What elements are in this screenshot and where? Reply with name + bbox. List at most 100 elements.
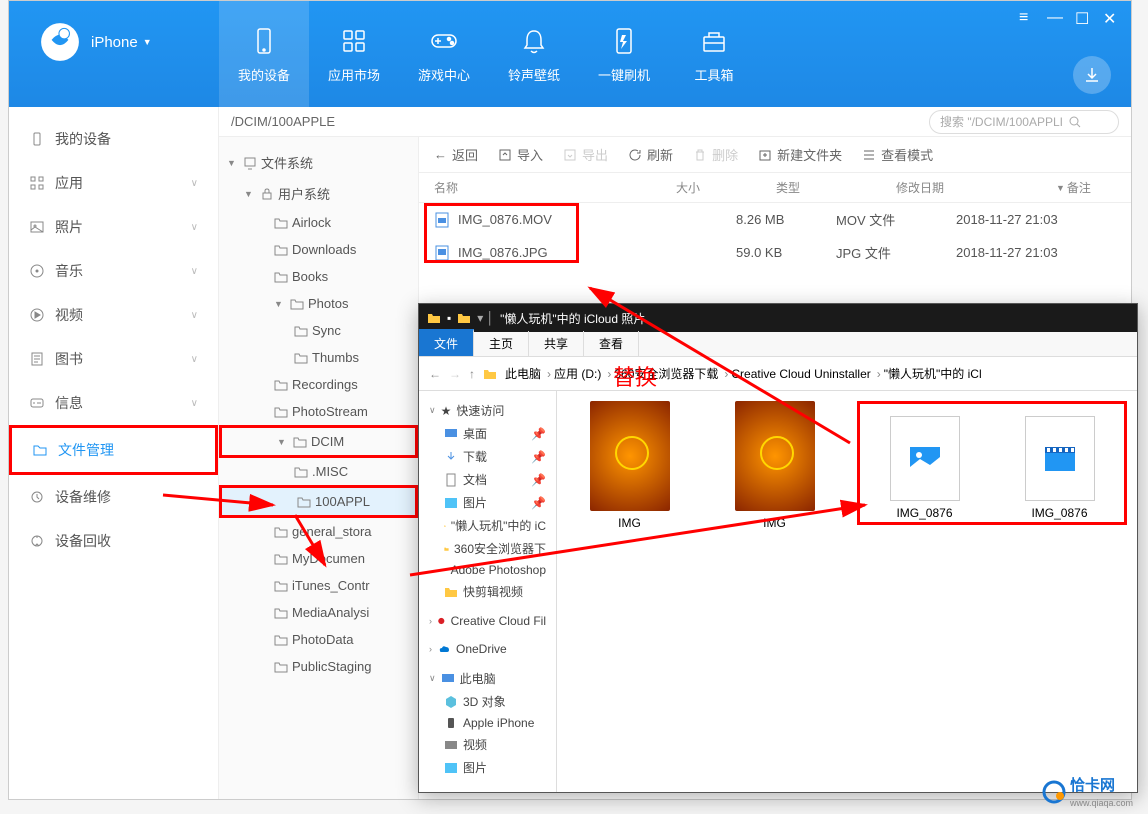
sidebar-file-manager[interactable]: 文件管理: [9, 425, 218, 475]
info-icon: [29, 395, 45, 411]
file-thumb[interactable]: IMG: [567, 401, 692, 530]
sidebar-apps[interactable]: 应用∨: [9, 161, 218, 205]
view-icon: [862, 148, 876, 162]
exp-tree-item[interactable]: Apple iPhone: [419, 713, 556, 733]
tree-item[interactable]: PhotoStream: [219, 398, 418, 425]
file-row[interactable]: IMG_0876.JPG 59.0 KB JPG 文件 2018-11-27 2…: [419, 236, 1131, 269]
tree-dcim[interactable]: ▼DCIM: [219, 425, 418, 458]
refresh-button[interactable]: 刷新: [628, 145, 673, 164]
folder-icon: [274, 378, 288, 392]
col-name[interactable]: 名称: [434, 179, 676, 196]
tree-item[interactable]: iTunes_Contr: [219, 572, 418, 599]
explorer-address-bar[interactable]: ←→↑ 此电脑 应用 (D:) 360安全浏览器下载 Creative Clou…: [419, 357, 1137, 391]
3d-icon: [444, 695, 458, 709]
file-thumb[interactable]: IMG_0876: [862, 406, 987, 520]
exp-tree-quick[interactable]: ∨ ★ 快速访问: [419, 399, 556, 422]
new-folder-button[interactable]: 新建文件夹: [758, 145, 842, 164]
search-input[interactable]: 搜索 "/DCIM/100APPLI: [929, 110, 1119, 134]
file-thumb[interactable]: IMG_0876: [997, 406, 1122, 520]
sidebar-repair[interactable]: 设备维修: [9, 475, 218, 519]
exp-tree-item[interactable]: 视频: [419, 733, 556, 756]
file-thumb[interactable]: IMG: [712, 401, 837, 530]
exp-tree-item[interactable]: 文档📌: [419, 468, 556, 491]
file-row[interactable]: IMG_0876.MOV 8.26 MB MOV 文件 2018-11-27 2…: [419, 203, 1131, 236]
exp-tree-item[interactable]: PsAdobe Photoshop: [419, 560, 556, 580]
tree-100apple[interactable]: 100APPL: [219, 485, 418, 518]
tree-item[interactable]: Recordings: [219, 371, 418, 398]
watermark-icon: [1042, 780, 1066, 804]
exp-tree-item[interactable]: 图片📌: [419, 491, 556, 514]
exp-tree-item[interactable]: "懒人玩机"中的 iC: [419, 514, 556, 537]
explorer-titlebar[interactable]: ▪ ▾ │ "懒人玩机"中的 iCloud 照片: [419, 304, 1137, 332]
tree-root[interactable]: ▼文件系统: [219, 147, 418, 178]
sidebar-my-device[interactable]: 我的设备: [9, 117, 218, 161]
tree-item[interactable]: Sync: [219, 317, 418, 344]
minimize-icon[interactable]: —: [1047, 9, 1063, 25]
image-icon: [444, 496, 458, 510]
tree-item[interactable]: general_stora: [219, 518, 418, 545]
sidebar-info[interactable]: 信息∨: [9, 381, 218, 425]
col-size[interactable]: 大小: [676, 179, 776, 196]
exp-tab-view[interactable]: 查看: [584, 331, 639, 356]
tree-item[interactable]: Downloads: [219, 236, 418, 263]
folder-icon: [457, 311, 471, 325]
sidebar-video[interactable]: 视频∨: [9, 293, 218, 337]
tree-user-system[interactable]: ▼用户系统: [219, 178, 418, 209]
exp-tab-home[interactable]: 主页: [474, 331, 529, 356]
delete-button[interactable]: 删除: [693, 145, 738, 164]
close-icon[interactable]: ✕: [1103, 9, 1119, 25]
exp-tab-share[interactable]: 共享: [529, 331, 584, 356]
toolbar-my-device[interactable]: 我的设备: [219, 1, 309, 107]
sidebar-music[interactable]: 音乐∨: [9, 249, 218, 293]
exp-tree-item[interactable]: 桌面📌: [419, 422, 556, 445]
mov-file-icon: [434, 212, 450, 228]
import-button[interactable]: 导入: [498, 145, 543, 164]
device-dropdown[interactable]: iPhone ▼: [91, 34, 152, 51]
exp-tree-item[interactable]: 下载📌: [419, 445, 556, 468]
exp-tree-item[interactable]: › OneDrive: [419, 639, 556, 659]
exp-tree-item[interactable]: 图片: [419, 756, 556, 779]
tree-item[interactable]: Books: [219, 263, 418, 290]
exp-tree-item[interactable]: › Creative Cloud Fil: [419, 611, 556, 631]
recycle-icon: [29, 533, 45, 549]
download-button[interactable]: [1073, 56, 1111, 94]
tree-item[interactable]: .MISC: [219, 458, 418, 485]
folder-icon: [274, 606, 288, 620]
trash-icon: [693, 148, 707, 162]
tree-item[interactable]: PublicStaging: [219, 653, 418, 680]
col-remark[interactable]: ▼备注: [1056, 179, 1116, 196]
tree-item[interactable]: MediaAnalysi: [219, 599, 418, 626]
exp-tab-file[interactable]: 文件: [419, 329, 474, 356]
file-list-header: 名称 大小 类型 修改日期 ▼备注: [419, 173, 1131, 203]
export-button[interactable]: 导出: [563, 145, 608, 164]
sidebar-books[interactable]: 图书∨: [9, 337, 218, 381]
tree-item[interactable]: Airlock: [219, 209, 418, 236]
toolbar-ringtone[interactable]: 铃声壁纸: [489, 1, 579, 107]
back-button[interactable]: ← 返回: [434, 145, 478, 164]
sidebar-recycle[interactable]: 设备回收: [9, 519, 218, 563]
folder-icon: [32, 442, 48, 458]
sidebar-photos[interactable]: 照片∨: [9, 205, 218, 249]
logo-section: iPhone ▼: [9, 1, 219, 63]
apps-icon: [29, 175, 45, 191]
exp-tree-item[interactable]: 3D 对象: [419, 690, 556, 713]
tree-item[interactable]: MyDocumen: [219, 545, 418, 572]
exp-tree-item[interactable]: ∨ 此电脑: [419, 667, 556, 690]
col-type[interactable]: 类型: [776, 179, 896, 196]
toolbar-flash[interactable]: 一键刷机: [579, 1, 669, 107]
folder-icon: [294, 465, 308, 479]
tree-item[interactable]: PhotoData: [219, 626, 418, 653]
tree-item[interactable]: ▼Photos: [219, 290, 418, 317]
toolbar-tools[interactable]: 工具箱: [669, 1, 759, 107]
exp-tree-item[interactable]: 360安全浏览器下: [419, 537, 556, 560]
toolbar-app-market[interactable]: 应用市场: [309, 1, 399, 107]
folder-icon: [274, 552, 288, 566]
menu-icon[interactable]: ≡: [1019, 9, 1035, 25]
exp-tree-item[interactable]: 快剪辑视频: [419, 580, 556, 603]
maximize-icon[interactable]: ☐: [1075, 9, 1091, 25]
tree-item[interactable]: Thumbs: [219, 344, 418, 371]
view-mode-button[interactable]: 查看模式: [862, 145, 933, 164]
col-date[interactable]: 修改日期: [896, 179, 1056, 196]
toolbar-game-center[interactable]: 游戏中心: [399, 1, 489, 107]
export-icon: [563, 148, 577, 162]
